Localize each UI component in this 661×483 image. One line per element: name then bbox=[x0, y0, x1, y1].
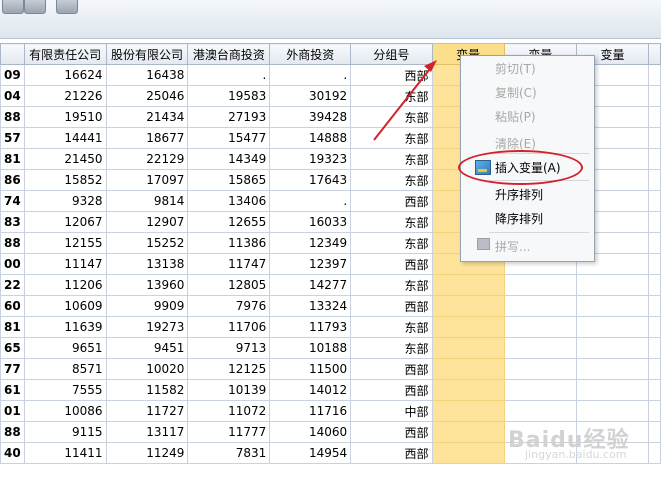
arrow-head bbox=[424, 60, 437, 72]
arrow-line bbox=[373, 64, 434, 141]
baidu-watermark-url: jingyan.baidu.com bbox=[525, 448, 627, 461]
annotation-arrow bbox=[373, 60, 437, 141]
